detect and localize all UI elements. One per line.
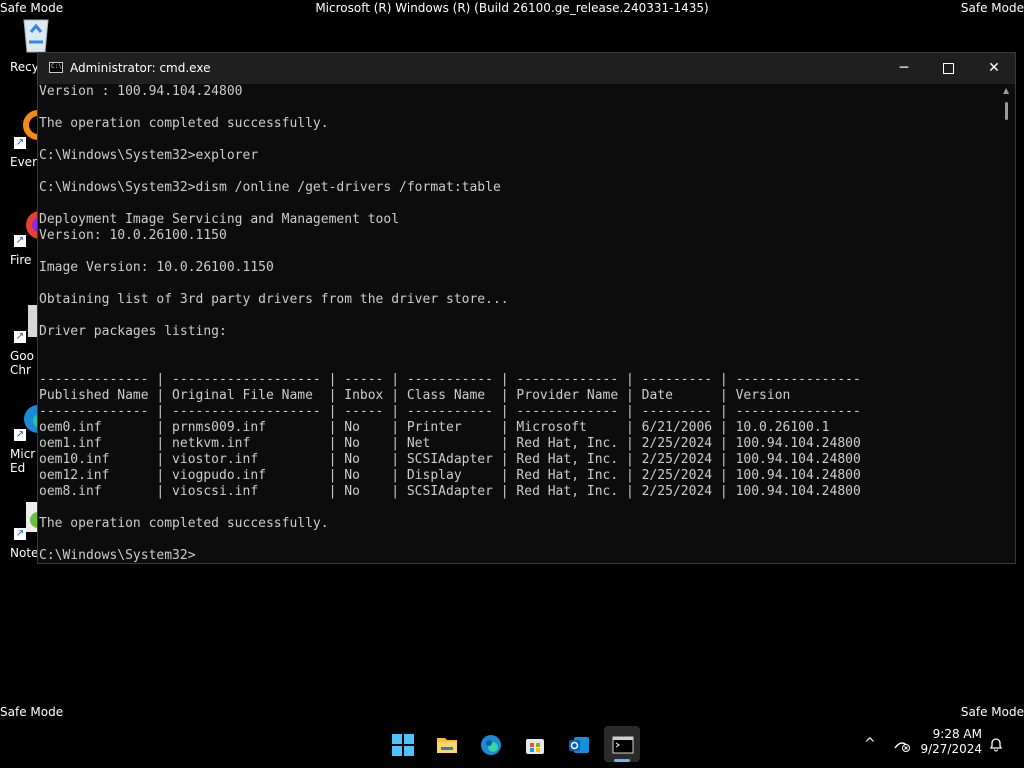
shortcut-arrow-icon: ↗ — [14, 331, 26, 343]
shortcut-arrow-icon: ↗ — [14, 429, 26, 441]
edge-button[interactable] — [472, 726, 508, 762]
clock-time: 9:28 AM — [932, 727, 982, 741]
console-line: oem1.inf | netkvm.inf | No | Net | Red H… — [39, 436, 861, 451]
console-line: C:\Windows\System32>explorer — [39, 148, 259, 163]
store-button[interactable] — [516, 726, 552, 762]
store-icon — [526, 739, 544, 754]
edge-icon — [481, 735, 501, 755]
console-line: -------------- | ------------------- | -… — [39, 404, 861, 419]
safe-mode-label-bottom-left: Safe Mode — [0, 705, 64, 719]
safe-mode-label-top-right: Safe Mode — [960, 1, 1024, 15]
close-button[interactable]: ✕ — [971, 53, 1017, 84]
console-line: Image Version: 10.0.26100.1150 — [39, 260, 274, 275]
console-line: Obtaining list of 3rd party drivers from… — [39, 292, 509, 307]
cmd-app-icon: C:\ — [49, 62, 63, 73]
console-output[interactable]: Version : 100.94.104.24800 The operation … — [39, 84, 997, 563]
recycle-bin-icon — [23, 19, 49, 53]
maximize-button[interactable] — [925, 53, 971, 84]
active-app-indicator — [614, 759, 630, 762]
console-line: C:\Windows\System32> — [39, 548, 196, 563]
clock-date: 9/27/2024 — [920, 742, 982, 756]
console-line: oem8.inf | vioscsi.inf | No | SCSIAdapte… — [39, 484, 861, 499]
network-disconnected-icon[interactable] — [893, 736, 911, 752]
console-line: Version: 10.0.26100.1150 — [39, 228, 227, 243]
console-line: The operation completed successfully. — [39, 116, 329, 131]
window-titlebar[interactable]: C:\ Administrator: cmd.exe ─ ✕ — [38, 53, 1015, 84]
shortcut-arrow-icon: ↗ — [14, 528, 26, 540]
show-hidden-icons-chevron-icon[interactable]: ^ — [864, 736, 876, 752]
console-line: oem0.inf | prnms009.inf | No | Printer |… — [39, 420, 830, 435]
shortcut-arrow-icon: ↗ — [14, 137, 26, 149]
console-line: oem12.inf | viogpudo.inf | No | Display … — [39, 468, 861, 483]
minimize-icon: ─ — [899, 60, 909, 76]
console-line: Version : 100.94.104.24800 — [39, 84, 243, 99]
close-icon: ✕ — [988, 60, 1000, 76]
outlook-button[interactable] — [560, 726, 596, 762]
vertical-scrollbar[interactable]: ▲ — [1000, 84, 1014, 563]
minimize-button[interactable]: ─ — [881, 53, 927, 84]
file-explorer-button[interactable] — [428, 726, 464, 762]
safe-mode-label-bottom-right: Safe Mode — [960, 705, 1024, 719]
shortcut-arrow-icon: ↗ — [14, 235, 26, 247]
console-line: The operation completed successfully. — [39, 516, 329, 531]
cmd-taskbar-button[interactable] — [604, 726, 640, 762]
outlook-icon — [569, 737, 589, 753]
terminal-icon — [612, 736, 634, 754]
clock[interactable]: 9:28 AM 9/27/2024 — [918, 727, 982, 757]
console-line: oem10.inf | viostor.inf | No | SCSIAdapt… — [39, 452, 861, 467]
notification-bell-icon[interactable] — [988, 736, 1004, 752]
start-button[interactable] — [384, 726, 420, 762]
scrollbar-thumb[interactable] — [1005, 102, 1008, 120]
maximize-icon — [942, 62, 954, 74]
console-line: -------------- | ------------------- | -… — [39, 372, 861, 387]
console-line: Driver packages listing: — [39, 324, 227, 339]
folder-icon — [437, 738, 457, 753]
console-line: C:\Windows\System32>dism /online /get-dr… — [39, 180, 501, 195]
window-title: Administrator: cmd.exe — [70, 61, 211, 75]
scroll-up-arrow-icon[interactable]: ▲ — [1003, 86, 1009, 95]
console-line: Published Name | Original File Name | In… — [39, 388, 791, 403]
windows-build-label: Microsoft (R) Windows (R) (Build 26100.g… — [315, 1, 709, 15]
cmd-window[interactable]: C:\ Administrator: cmd.exe ─ ✕ Version :… — [37, 52, 1016, 564]
console-line: Deployment Image Servicing and Managemen… — [39, 212, 400, 227]
windows-logo-icon — [392, 734, 414, 756]
